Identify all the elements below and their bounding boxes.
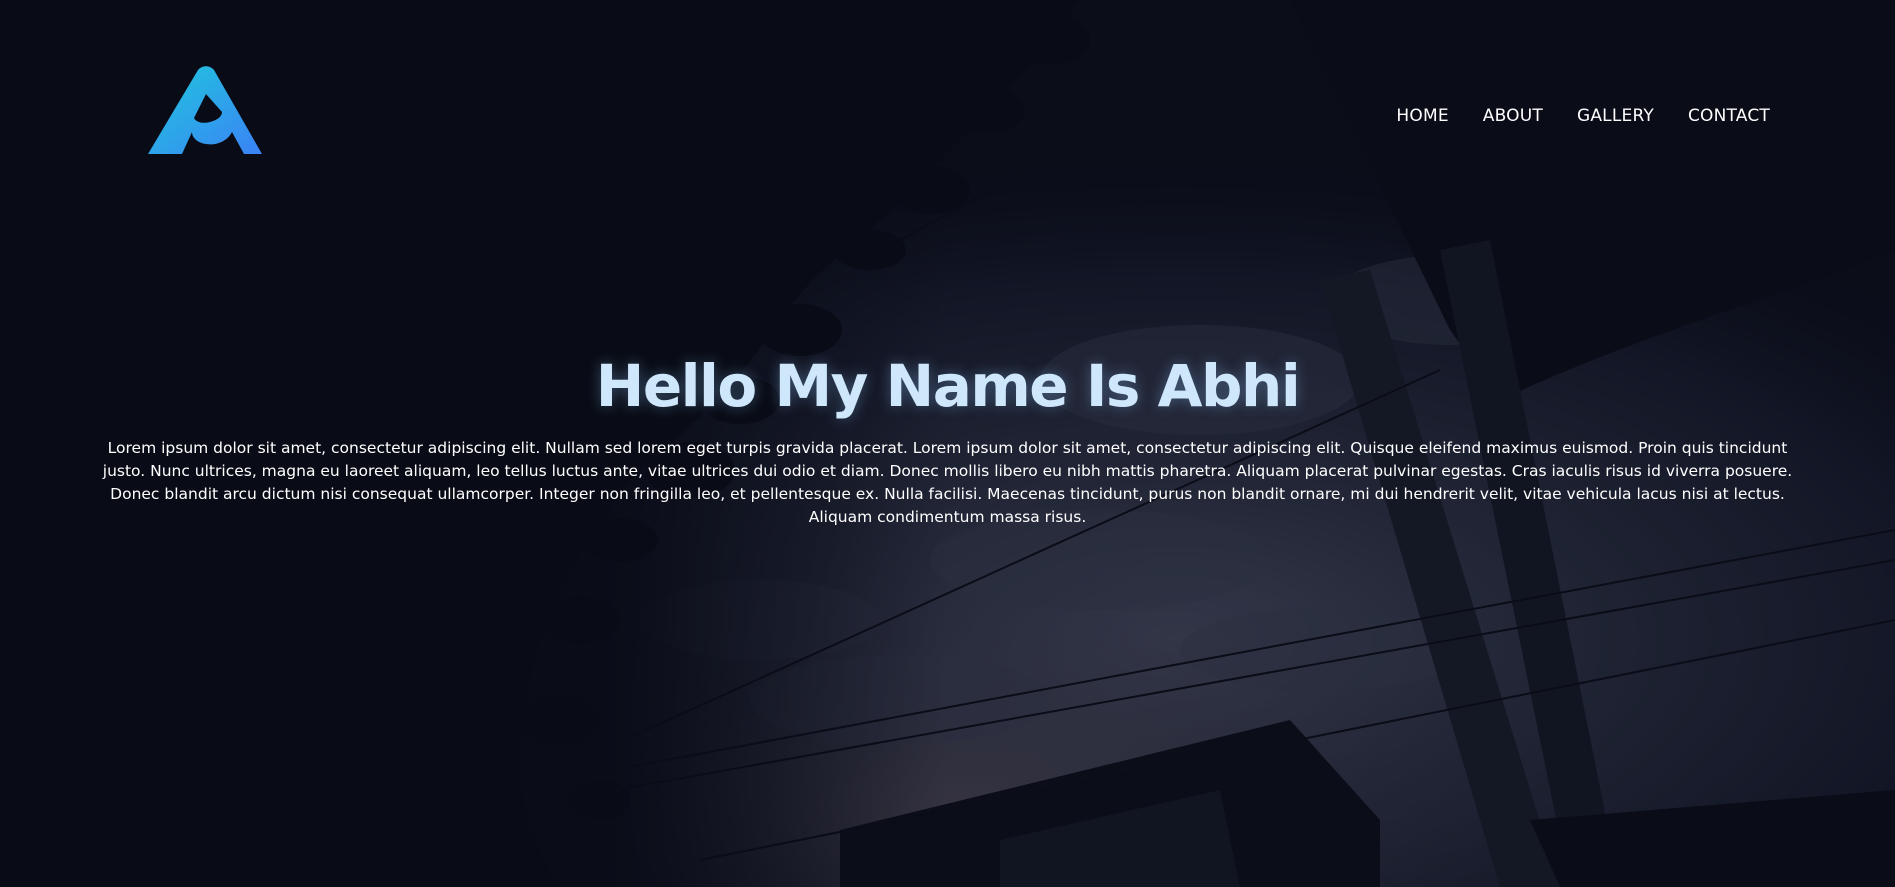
hero-section: HOME ABOUT GALLERY CONTACT Hello My Name…	[0, 0, 1895, 887]
letter-a-logo-icon	[148, 66, 262, 154]
nav-about[interactable]: ABOUT	[1483, 106, 1543, 126]
nav-gallery[interactable]: GALLERY	[1577, 106, 1654, 126]
hero-text: Lorem ipsum dolor sit amet, consectetur …	[102, 439, 1793, 526]
logo[interactable]	[148, 66, 264, 156]
main-nav: HOME ABOUT GALLERY CONTACT	[1396, 106, 1770, 126]
nav-home[interactable]: HOME	[1396, 106, 1448, 126]
hero-title: Hello My Name Is Abhi	[595, 352, 1301, 420]
nav-contact[interactable]: CONTACT	[1688, 106, 1770, 126]
